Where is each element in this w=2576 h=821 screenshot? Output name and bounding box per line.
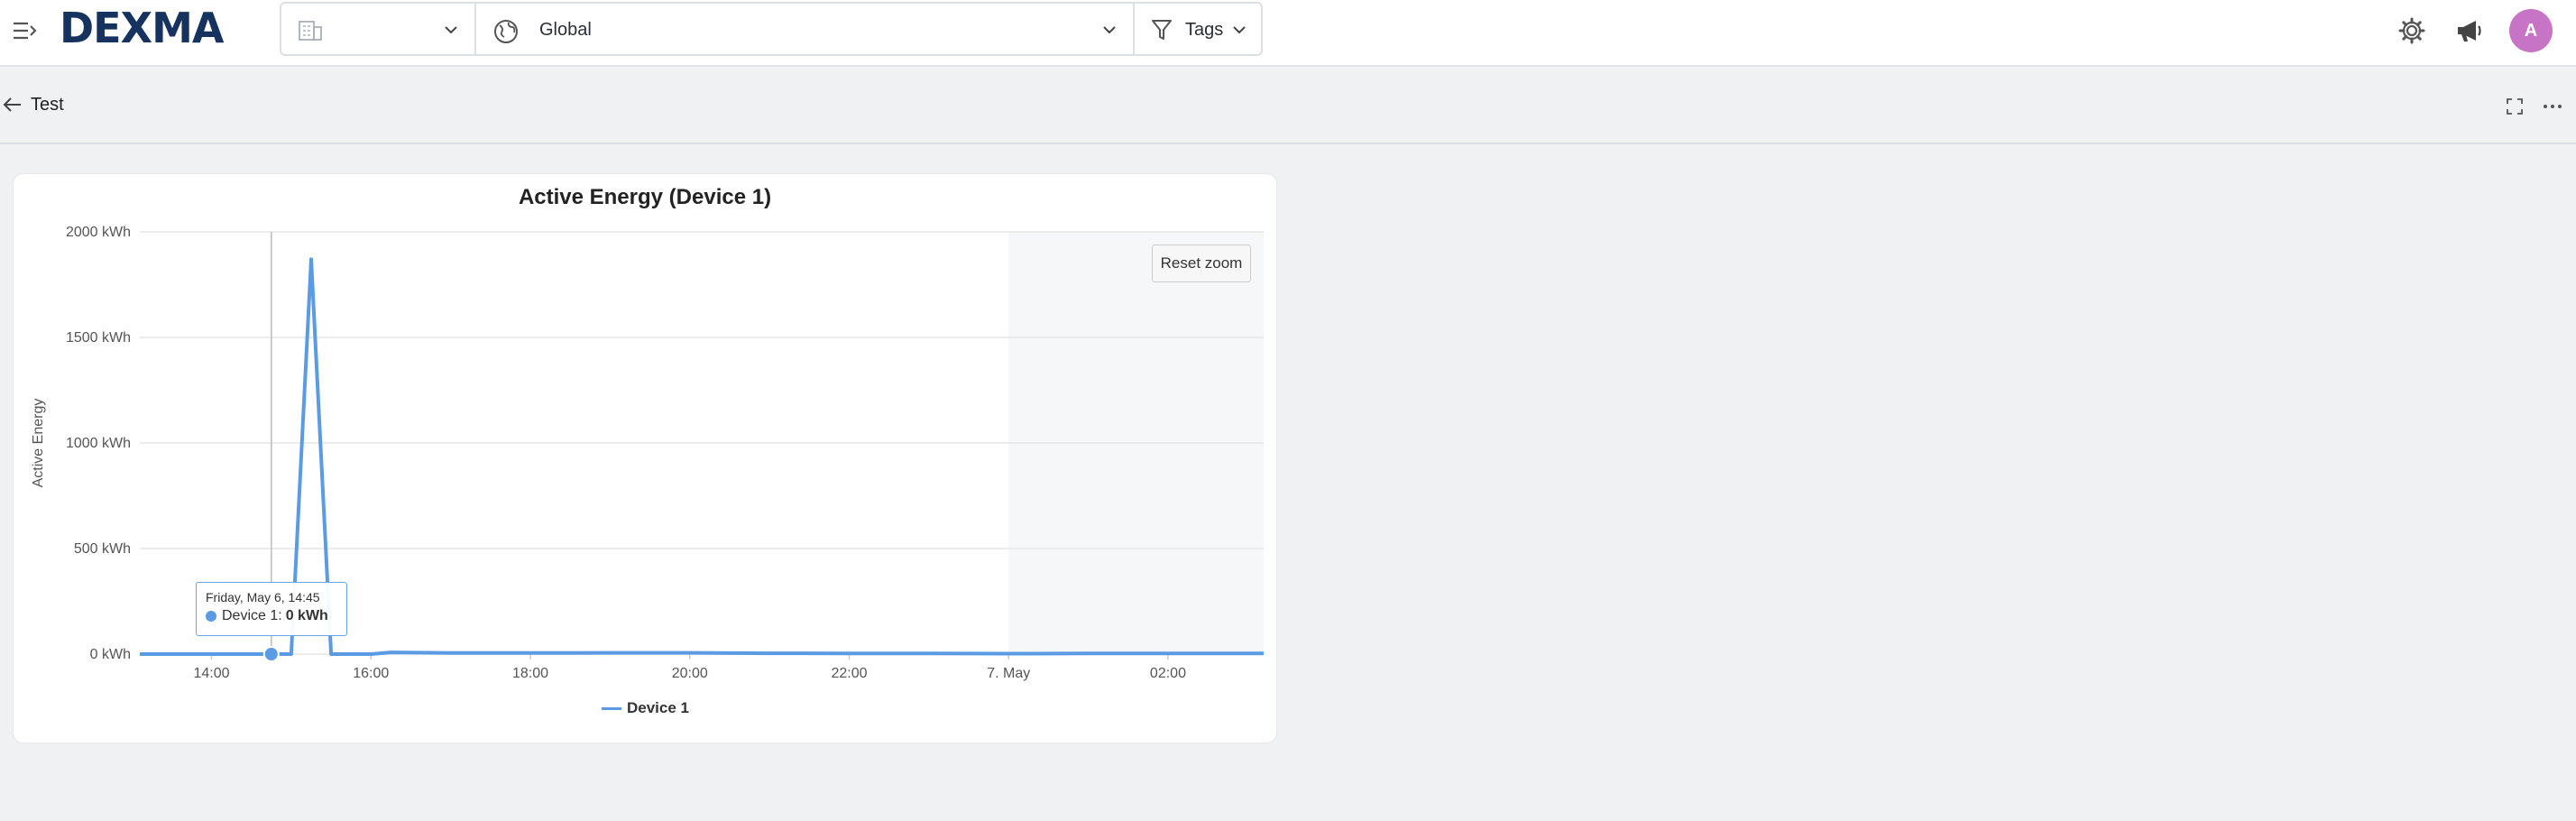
y-tick-label: 1500 kWh [66, 330, 131, 346]
dexma-logo[interactable]: DEXMA [60, 4, 224, 52]
x-tick-label: 14:00 [194, 666, 230, 681]
back-arrow-icon[interactable] [0, 92, 25, 117]
y-tick-label: 1000 kWh [66, 436, 131, 451]
line-chart[interactable]: 0 kWh 500 kWh 1000 kWh 1500 kWh 2000 kWh 14:0… [14, 174, 1278, 744]
chart-tooltip: Friday, May 6, 14:45 Device 1: 0 kWh [196, 582, 347, 636]
x-tick-label: 16:00 [353, 666, 389, 681]
more-options-icon[interactable] [2538, 92, 2567, 121]
page-header: Test [0, 69, 2576, 144]
top-bar: DEXMA Global Tags A [0, 0, 2576, 67]
legend-line [602, 706, 621, 710]
tooltip-value: 0 kWh [285, 608, 328, 623]
x-tick-label: 02:00 [1150, 666, 1186, 681]
user-avatar[interactable]: A [2509, 9, 2553, 52]
legend-label: Device 1 [627, 699, 689, 716]
logo-text: DEXMA [60, 4, 224, 52]
settings-gear-icon[interactable] [2392, 11, 2432, 51]
building-icon [298, 18, 323, 46]
y-tick-label: 0 kWh [90, 647, 131, 662]
fullscreen-icon[interactable] [2500, 92, 2529, 121]
chevron-down-icon [1232, 23, 1247, 40]
tooltip-series: Device 1 [222, 608, 279, 623]
context-selector-group: Global Tags [280, 2, 1263, 56]
tooltip-row: Device 1: 0 kWh [206, 608, 337, 624]
tooltip-date: Friday, May 6, 14:45 [206, 590, 320, 604]
hover-point [262, 646, 280, 662]
y-tick-label: 2000 kWh [66, 225, 131, 240]
menu-toggle-icon[interactable] [9, 14, 41, 47]
location-selector-label: Global [539, 20, 592, 40]
series-dot [206, 611, 216, 622]
x-tick-label: 18:00 [512, 666, 548, 681]
globe-icon [492, 18, 520, 50]
page-title: Test [31, 95, 64, 115]
chevron-down-icon [444, 23, 458, 40]
x-tick-label: 7. May [987, 666, 1030, 681]
reset-zoom-button[interactable]: Reset zoom [1152, 244, 1251, 282]
tags-filter-label: Tags [1185, 20, 1224, 40]
x-tick-label: 20:00 [672, 666, 708, 681]
x-tick-label: 22:00 [831, 666, 867, 681]
chart-widget: Active Energy (Device 1) 0 kWh 500 kWh 100… [13, 173, 1277, 743]
building-selector[interactable] [281, 4, 476, 54]
legend-item-device-1[interactable]: Device 1 [602, 699, 689, 717]
location-selector[interactable]: Global [476, 4, 1135, 54]
y-axis-title: Active Energy [31, 399, 46, 488]
announcements-megaphone-icon[interactable] [2450, 11, 2489, 51]
filter-icon [1151, 18, 1173, 48]
chevron-down-icon [1102, 23, 1117, 40]
y-tick-label: 500 kWh [74, 541, 131, 557]
tags-filter[interactable]: Tags [1135, 4, 1261, 54]
